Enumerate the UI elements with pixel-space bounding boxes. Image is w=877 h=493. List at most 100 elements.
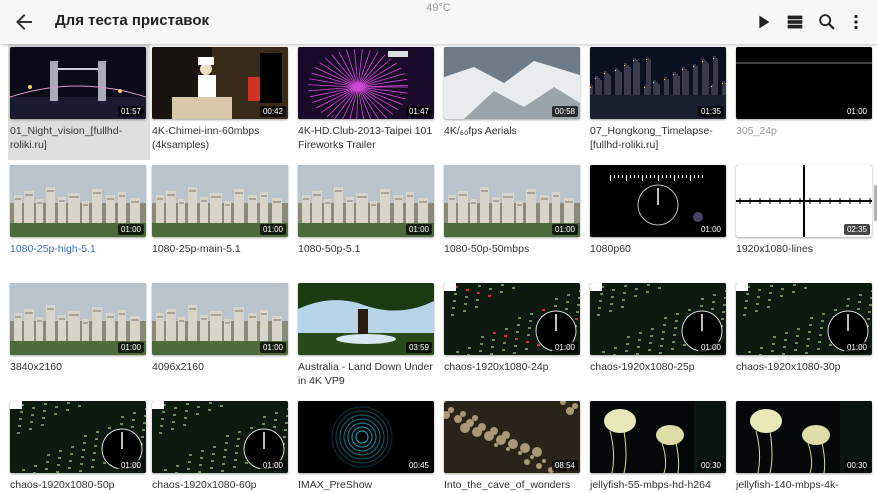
video-item[interactable]: 01:35 07_Hongkong_Timelapse-[fullhd-rolik… — [588, 44, 730, 160]
video-item[interactable]: 01:00 4096x2160 — [150, 280, 292, 396]
duration-badge: 00:45 — [405, 460, 432, 471]
duration-badge: 01:00 — [117, 460, 144, 471]
video-thumbnail[interactable]: 03:59 — [298, 283, 434, 355]
duration-badge: 01:00 — [551, 224, 578, 235]
video-item[interactable]: 01:00 1080-50p-50mbps — [442, 162, 584, 278]
video-item[interactable]: 08:54 Into_the_cave_of_wonders — [442, 398, 584, 493]
video-title: Into_the_cave_of_wonders — [444, 479, 571, 491]
video-thumbnail[interactable]: 01:00 — [590, 283, 726, 355]
video-title: chaos-1920x1080-25p — [590, 361, 695, 373]
video-thumbnail[interactable]: 01:00 — [298, 165, 434, 237]
duration-badge: 03:59 — [405, 342, 432, 353]
video-title: chaos-1920x1080-60p — [152, 479, 257, 491]
video-thumbnail[interactable]: 08:54 — [444, 401, 580, 473]
duration-badge: 00:30 — [843, 460, 870, 471]
duration-badge: 01:35 — [697, 106, 724, 117]
video-thumbnail[interactable]: 01:00 — [10, 401, 146, 473]
duration-badge: 00:42 — [259, 106, 286, 117]
video-thumbnail[interactable]: 01:00 — [10, 165, 146, 237]
video-thumbnail[interactable]: 00:45 — [298, 401, 434, 473]
duration-badge: 01:00 — [117, 342, 144, 353]
video-thumbnail[interactable]: 01:47 — [298, 47, 434, 119]
video-title: 07_Hongkong_Timelapse-[fullhd-roliki.ru] — [590, 125, 713, 151]
duration-badge: 01:57 — [117, 106, 144, 117]
video-title: 305_24p — [736, 125, 777, 137]
video-title: 1080-50p-50mbps — [444, 243, 530, 255]
video-title: Australia - Land Down Under in 4K VP9 — [298, 361, 433, 387]
video-item[interactable]: 01:00 1080-50p-5.1 — [296, 162, 438, 278]
duration-badge: 01:00 — [259, 342, 286, 353]
video-item[interactable]: 01:00 1080-25p-main-5.1 — [150, 162, 292, 278]
video-thumbnail[interactable]: 01:00 — [590, 165, 726, 237]
duration-badge: 01:00 — [259, 224, 286, 235]
video-item[interactable]: 01:57 01_Night_vision_[fullhd-roliki.ru] — [8, 44, 150, 160]
video-title: 1080-50p-5.1 — [298, 243, 361, 255]
duration-badge: 00:58 — [551, 106, 578, 117]
video-title: jellyfish-140-mbps-4k- — [736, 479, 839, 491]
video-item[interactable]: 01:00 chaos-1920x1080-25p — [588, 280, 730, 396]
duration-badge: 01:00 — [405, 224, 432, 235]
video-thumbnail[interactable]: 01:00 — [444, 165, 580, 237]
video-thumbnail[interactable]: 00:30 — [590, 401, 726, 473]
duration-badge: 01:00 — [697, 224, 724, 235]
video-item[interactable]: 01:00 1080-25p-high-5.1 — [8, 162, 150, 278]
page-title: Для теста приставок — [55, 12, 209, 29]
play-icon[interactable] — [752, 11, 774, 33]
duration-badge: 08:54 — [551, 460, 578, 471]
video-thumbnail[interactable]: 01:00 — [444, 283, 580, 355]
video-thumbnail[interactable]: 01:00 — [736, 283, 872, 355]
video-thumbnail[interactable]: 00:42 — [152, 47, 288, 119]
video-title: 4096x2160 — [152, 361, 204, 373]
list-view-icon[interactable] — [784, 11, 806, 33]
duration-badge: 01:00 — [697, 342, 724, 353]
video-thumbnail[interactable]: 00:30 — [736, 401, 872, 473]
video-item[interactable]: 01:47 4K-HD.Club-2013-Taipei 101 Firework… — [296, 44, 438, 160]
video-item[interactable]: 00:30 jellyfish-140-mbps-4k- — [734, 398, 876, 493]
duration-badge: 00:30 — [697, 460, 724, 471]
video-title: 3840x2160 — [10, 361, 62, 373]
video-title: 1920x1080-lines — [736, 243, 814, 255]
video-thumbnail[interactable]: 01:00 — [736, 47, 872, 119]
video-title: 01_Night_vision_[fullhd-roliki.ru] — [10, 125, 123, 151]
video-thumbnail[interactable]: 01:00 — [152, 165, 288, 237]
video-thumbnail[interactable]: 00:58 — [444, 47, 580, 119]
video-item[interactable]: 01:00 1080p60 — [588, 162, 730, 278]
search-icon[interactable] — [816, 11, 838, 33]
video-title: chaos-1920x1080-50p — [10, 479, 115, 491]
video-item[interactable]: 02:35 1920x1080-lines — [734, 162, 876, 278]
video-item[interactable]: 01:00 chaos-1920x1080-24p — [442, 280, 584, 396]
video-grid: 01:57 01_Night_vision_[fullhd-roliki.ru] 0… — [0, 44, 877, 493]
video-item[interactable]: 01:00 chaos-1920x1080-30p — [734, 280, 876, 396]
duration-badge: 01:00 — [843, 106, 870, 117]
video-item[interactable]: 00:58 4K/₆₀fps Aerials — [442, 44, 584, 160]
video-thumbnail[interactable]: 01:57 — [10, 47, 146, 119]
video-title: 1080-25p-high-5.1 — [10, 243, 96, 255]
video-title: chaos-1920x1080-30p — [736, 361, 841, 373]
duration-badge: 01:00 — [259, 460, 286, 471]
video-item[interactable]: 01:00 3840x2160 — [8, 280, 150, 396]
video-title: 1080p60 — [590, 243, 631, 255]
video-thumbnail[interactable]: 01:00 — [10, 283, 146, 355]
video-thumbnail[interactable]: 01:35 — [590, 47, 726, 119]
video-item[interactable]: 01:00 chaos-1920x1080-60p — [150, 398, 292, 493]
video-item[interactable]: 00:42 4K-Chimei-inn-60mbps (4ksamples) — [150, 44, 292, 160]
video-title: chaos-1920x1080-24p — [444, 361, 549, 373]
video-item[interactable]: 03:59 Australia - Land Down Under in 4K V… — [296, 280, 438, 396]
video-title: 1080-25p-main-5.1 — [152, 243, 241, 255]
video-item[interactable]: 00:30 jellyfish-55-mbps-hd-h264 — [588, 398, 730, 493]
duration-badge: 01:00 — [843, 342, 870, 353]
video-thumbnail[interactable]: 01:00 — [152, 401, 288, 473]
video-item[interactable]: 00:45 IMAX_PreShow — [296, 398, 438, 493]
video-title: jellyfish-55-mbps-hd-h264 — [590, 479, 711, 491]
arrow-back-icon[interactable] — [12, 10, 36, 34]
video-item[interactable]: 01:00 305_24p — [734, 44, 876, 160]
video-thumbnail[interactable]: 02:35 — [736, 165, 872, 237]
duration-badge: 01:47 — [405, 106, 432, 117]
video-thumbnail[interactable]: 01:00 — [152, 283, 288, 355]
video-title: 4K/₆₀fps Aerials — [444, 125, 517, 137]
video-title: 4K-HD.Club-2013-Taipei 101 Fireworks Tra… — [298, 125, 433, 151]
more-vert-icon[interactable] — [845, 11, 867, 33]
video-item[interactable]: 01:00 chaos-1920x1080-50p — [8, 398, 150, 493]
duration-badge: 01:00 — [117, 224, 144, 235]
duration-badge: 02:35 — [843, 224, 870, 235]
